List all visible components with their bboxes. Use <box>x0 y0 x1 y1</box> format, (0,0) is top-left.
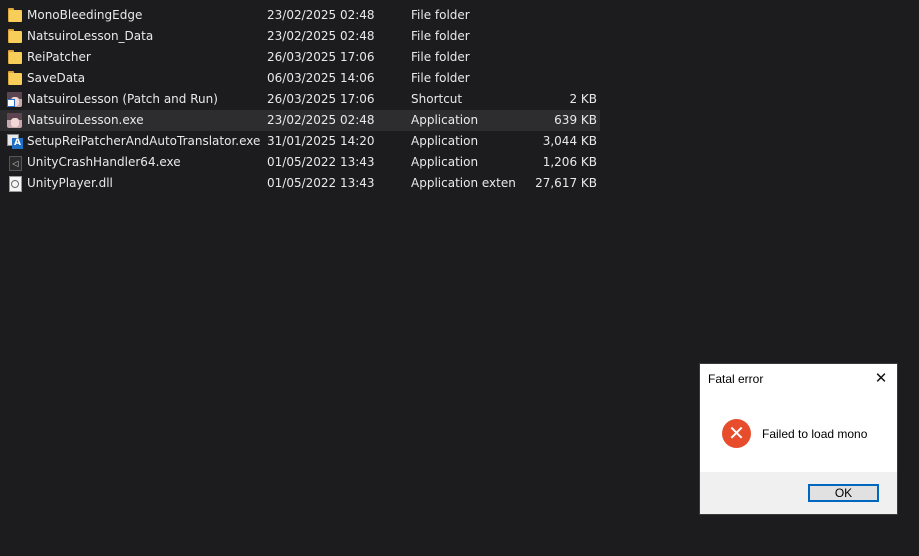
explorer-window: MonoBleedingEdge 23/02/2025 02:48 File f… <box>0 0 919 556</box>
file-name: ReiPatcher <box>27 50 91 64</box>
file-date: 23/02/2025 02:48 <box>267 8 375 22</box>
file-size: 3,044 KB <box>542 134 597 148</box>
file-date: 26/03/2025 17:06 <box>267 92 375 106</box>
file-name: NatsuiroLesson (Patch and Run) <box>27 92 218 106</box>
file-row-natsuirolesson-data[interactable]: NatsuiroLesson_Data 23/02/2025 02:48 Fil… <box>0 26 600 47</box>
file-size: 27,617 KB <box>535 176 597 190</box>
file-date: 01/05/2022 13:43 <box>267 176 375 190</box>
file-name: UnityCrashHandler64.exe <box>27 155 181 169</box>
file-row-unityplayer-dll[interactable]: UnityPlayer.dll 01/05/2022 13:43 Applica… <box>0 173 600 194</box>
file-date: 31/01/2025 14:20 <box>267 134 375 148</box>
game-app-icon <box>7 113 23 128</box>
setup-app-icon: A <box>7 134 23 149</box>
file-list: MonoBleedingEdge 23/02/2025 02:48 File f… <box>0 5 600 194</box>
file-name: UnityPlayer.dll <box>27 176 113 190</box>
file-row-reipatcher[interactable]: ReiPatcher 26/03/2025 17:06 File folder <box>0 47 600 68</box>
file-size: 2 KB <box>569 92 597 106</box>
file-type: File folder <box>411 71 470 85</box>
file-type: Application exten... <box>411 176 516 190</box>
file-type: File folder <box>411 50 470 64</box>
file-row-unitycrashhandler64-exe[interactable]: ◁ UnityCrashHandler64.exe 01/05/2022 13:… <box>0 152 600 173</box>
file-size: 1,206 KB <box>542 155 597 169</box>
file-type: Shortcut <box>411 92 463 106</box>
folder-icon <box>7 8 23 23</box>
file-type: Application <box>411 155 479 169</box>
file-row-natsuirolesson-exe[interactable]: NatsuiroLesson.exe 23/02/2025 02:48 Appl… <box>0 110 600 131</box>
file-type: Application <box>411 134 479 148</box>
folder-icon <box>7 50 23 65</box>
file-name: NatsuiroLesson_Data <box>27 29 154 43</box>
file-name: NatsuiroLesson.exe <box>27 113 144 127</box>
fatal-error-dialog: Fatal error ✕ ✕ Failed to load mono OK <box>700 364 897 514</box>
file-name: SaveData <box>27 71 86 85</box>
file-date: 06/03/2025 14:06 <box>267 71 375 85</box>
file-row-savedata[interactable]: SaveData 06/03/2025 14:06 File folder <box>0 68 600 89</box>
dialog-title: Fatal error <box>708 372 764 386</box>
shortcut-icon <box>7 92 23 107</box>
dll-icon <box>7 176 23 192</box>
close-icon[interactable]: ✕ <box>871 368 891 388</box>
file-name: MonoBleedingEdge <box>27 8 143 22</box>
dialog-message: Failed to load mono <box>762 427 868 441</box>
file-size: 639 KB <box>554 113 597 127</box>
file-date: 01/05/2022 13:43 <box>267 155 375 169</box>
file-name: SetupReiPatcherAndAutoTranslator.exe <box>27 134 261 148</box>
file-type: Application <box>411 113 479 127</box>
file-row-monobleedingedge[interactable]: MonoBleedingEdge 23/02/2025 02:48 File f… <box>0 5 600 26</box>
file-type: File folder <box>411 29 470 43</box>
file-type: File folder <box>411 8 470 22</box>
ok-button[interactable]: OK <box>808 484 879 502</box>
file-row-patch-and-run-shortcut[interactable]: NatsuiroLesson (Patch and Run) 26/03/202… <box>0 89 600 110</box>
unity-app-icon: ◁ <box>7 155 23 171</box>
folder-icon <box>7 71 23 86</box>
error-icon: ✕ <box>722 419 751 448</box>
file-date: 23/02/2025 02:48 <box>267 113 375 127</box>
file-date: 26/03/2025 17:06 <box>267 50 375 64</box>
folder-icon <box>7 29 23 44</box>
file-row-setup-reipatcher-exe[interactable]: A SetupReiPatcherAndAutoTranslator.exe 3… <box>0 131 600 152</box>
file-date: 23/02/2025 02:48 <box>267 29 375 43</box>
